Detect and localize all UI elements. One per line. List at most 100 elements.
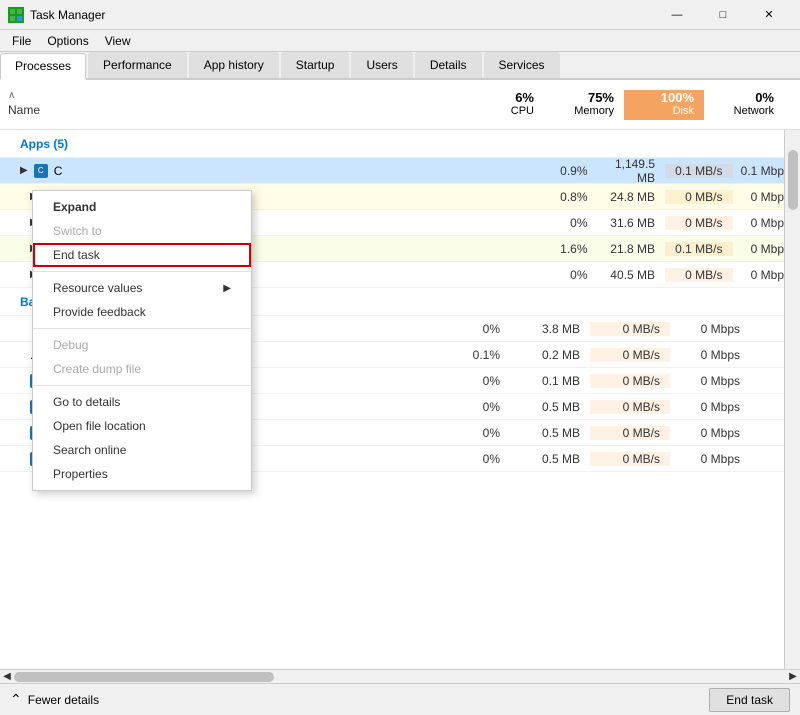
ctx-search-online[interactable]: Search online <box>33 438 251 462</box>
mem-cell: 0.5 MB <box>510 452 590 466</box>
ctx-resource-values[interactable]: Resource values ▶ <box>33 276 251 300</box>
menu-options[interactable]: Options <box>39 32 96 50</box>
h-scroll-right-button[interactable]: ▶ <box>786 671 800 682</box>
fewer-details-label: Fewer details <box>28 693 99 707</box>
net-cell: 0 Mbps <box>670 374 750 388</box>
mem-cell: 0.5 MB <box>510 426 590 440</box>
minimize-button[interactable]: — <box>654 0 700 30</box>
scrollbar-spacer <box>784 90 800 120</box>
tab-details[interactable]: Details <box>415 52 482 78</box>
cpu-cell: 0% <box>430 426 510 440</box>
cpu-cell: 0% <box>530 268 598 282</box>
horizontal-scrollbar[interactable]: ◀ ▶ <box>0 669 800 683</box>
disk-percent: 100% <box>661 90 694 105</box>
disk-cell: 0 MB/s <box>665 190 733 204</box>
net-cell: 0 Mbps <box>670 400 750 414</box>
disk-column-header[interactable]: 100% Disk <box>624 90 704 120</box>
disk-cell: 0 MB/s <box>590 374 670 388</box>
ctx-arrow-icon: ▶ <box>223 283 231 294</box>
disk-cell: 0.1 MB/s <box>665 242 733 256</box>
ctx-sep-2 <box>33 328 251 329</box>
process-icon: C <box>34 164 48 178</box>
section-apps-label: Apps (5) <box>0 137 430 151</box>
disk-cell: 0.1 MB/s <box>665 164 733 178</box>
h-scroll-thumb[interactable] <box>14 672 274 682</box>
cpu-cell: 0.9% <box>530 164 598 178</box>
mem-cell: 24.8 MB <box>598 190 666 204</box>
table-row[interactable]: ▶ C C 0.9% 1,149.5 MB 0.1 MB/s 0.1 Mbps <box>0 158 800 184</box>
tab-bar: Processes Performance App history Startu… <box>0 52 800 80</box>
disk-cell: 0 MB/s <box>590 348 670 362</box>
cpu-cell: 0% <box>430 452 510 466</box>
ctx-debug[interactable]: Debug <box>33 333 251 357</box>
context-menu: Expand Switch to End task Resource value… <box>32 190 252 491</box>
ctx-open-file-location[interactable]: Open file location <box>33 414 251 438</box>
disk-cell: 0 MB/s <box>590 400 670 414</box>
app-icon <box>8 7 24 23</box>
table-body: Apps (5) ▶ C C 0.9% 1,149.5 MB 0.1 MB/s … <box>0 130 800 669</box>
chevron-down-icon: ⌃ <box>10 691 22 708</box>
disk-cell: 0 MB/s <box>665 268 733 282</box>
mem-cell: 31.6 MB <box>598 216 666 230</box>
tab-processes[interactable]: Processes <box>0 53 86 80</box>
cpu-cell: 0% <box>530 216 598 230</box>
network-column-header[interactable]: 0% Network <box>704 90 784 120</box>
window-title: Task Manager <box>30 8 105 22</box>
scroll-thumb[interactable] <box>788 150 798 210</box>
maximize-button[interactable]: □ <box>700 0 746 30</box>
vertical-scrollbar[interactable] <box>784 130 800 669</box>
mem-cell: 21.8 MB <box>598 242 666 256</box>
mem-cell: 0.2 MB <box>510 348 590 362</box>
disk-cell: 0 MB/s <box>590 322 670 336</box>
ctx-go-to-details[interactable]: Go to details <box>33 390 251 414</box>
mem-cell: 40.5 MB <box>598 268 666 282</box>
menu-file[interactable]: File <box>4 32 39 50</box>
cpu-label: CPU <box>511 105 534 117</box>
cpu-percent: 6% <box>515 90 534 105</box>
net-cell: 0 Mbps <box>670 322 750 336</box>
section-apps: Apps (5) <box>0 130 800 158</box>
disk-cell: 0 MB/s <box>665 216 733 230</box>
cpu-column-header[interactable]: 6% CPU <box>464 90 544 120</box>
mem-percent: 75% <box>588 90 614 105</box>
tab-app-history[interactable]: App history <box>189 52 279 78</box>
tab-startup[interactable]: Startup <box>281 52 350 78</box>
ctx-properties[interactable]: Properties <box>33 462 251 486</box>
cpu-cell: 1.6% <box>530 242 598 256</box>
ctx-sep-1 <box>33 271 251 272</box>
fewer-details-button[interactable]: ⌃ Fewer details <box>10 691 99 708</box>
h-scroll-left-button[interactable]: ◀ <box>0 671 14 682</box>
disk-cell: 0 MB/s <box>590 426 670 440</box>
expand-icon[interactable]: ▶ <box>20 165 28 176</box>
window-controls[interactable]: — □ ✕ <box>654 0 792 30</box>
title-bar-left: Task Manager <box>8 7 105 23</box>
cpu-cell: 0.1% <box>430 348 510 362</box>
ctx-sep-3 <box>33 385 251 386</box>
mem-cell: 1,149.5 MB <box>598 157 666 185</box>
ctx-expand[interactable]: Expand <box>33 195 251 219</box>
process-name: ▶ C C <box>0 164 430 178</box>
ctx-create-dump[interactable]: Create dump file <box>33 357 251 381</box>
tab-users[interactable]: Users <box>351 52 412 78</box>
ctx-provide-feedback[interactable]: Provide feedback <box>33 300 251 324</box>
ctx-switch-to[interactable]: Switch to <box>33 219 251 243</box>
memory-column-header[interactable]: 75% Memory <box>544 90 624 120</box>
name-label: Name <box>8 103 430 117</box>
h-scroll-track[interactable] <box>14 670 786 683</box>
end-task-button[interactable]: End task <box>709 688 790 712</box>
main-content: ∧ Name 6% CPU 75% Memory 100% Disk 0% Ne… <box>0 80 800 683</box>
mem-label: Memory <box>574 105 614 117</box>
mem-cell: 3.8 MB <box>510 322 590 336</box>
sort-arrow: ∧ <box>8 90 430 101</box>
cpu-cell: 0.8% <box>530 190 598 204</box>
cpu-cell: 0% <box>430 400 510 414</box>
close-button[interactable]: ✕ <box>746 0 792 30</box>
tab-performance[interactable]: Performance <box>88 52 187 78</box>
net-cell: 0 Mbps <box>670 426 750 440</box>
disk-label: Disk <box>673 105 694 117</box>
menu-view[interactable]: View <box>97 32 139 50</box>
tab-services[interactable]: Services <box>484 52 560 78</box>
name-column-header[interactable]: ∧ Name <box>0 90 430 120</box>
net-cell: 0 Mbps <box>670 452 750 466</box>
ctx-end-task[interactable]: End task <box>33 243 251 267</box>
